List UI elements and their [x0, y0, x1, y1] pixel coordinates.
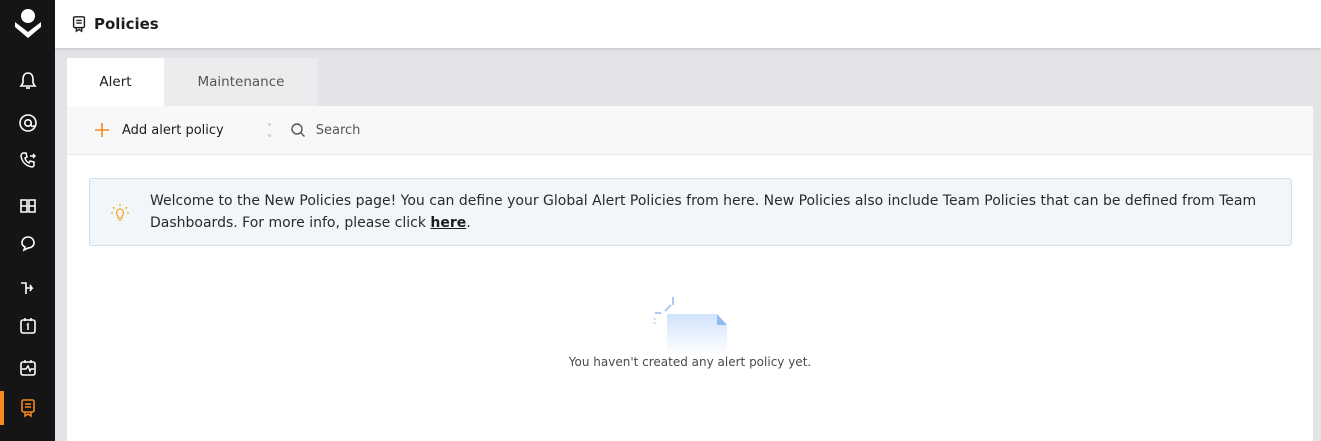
policies-icon	[20, 399, 35, 418]
sidebar-item-conversations[interactable]	[0, 226, 55, 260]
sidebar-item-schedules[interactable]	[0, 309, 55, 343]
policies-icon	[70, 15, 88, 33]
toolbar-divider	[268, 123, 272, 137]
heartbeat-icon	[19, 360, 36, 376]
plus-icon	[94, 122, 110, 138]
banner-here-link[interactable]: here	[430, 215, 466, 231]
banner-message: Welcome to the New Policies page! You ca…	[150, 190, 1270, 234]
routing-icon	[20, 282, 33, 294]
sidebar	[0, 0, 55, 441]
page-title: Policies	[94, 15, 159, 33]
empty-state-message: You haven't created any alert policy yet…	[568, 355, 812, 369]
banner-suffix: .	[466, 215, 471, 231]
search-icon	[290, 122, 306, 138]
tab-maintenance[interactable]: Maintenance	[164, 58, 318, 106]
sidebar-item-policies[interactable]	[0, 391, 55, 425]
empty-document-icon	[641, 283, 733, 357]
chat-icon	[20, 236, 35, 252]
toolbar: Add alert policy	[67, 106, 1313, 155]
add-alert-policy-button[interactable]: Add alert policy	[94, 122, 224, 138]
add-alert-policy-label: Add alert policy	[122, 122, 224, 138]
header-bar: Policies	[55, 0, 1321, 48]
at-sign-icon	[18, 114, 37, 132]
brand-logo-icon[interactable]	[0, 0, 55, 48]
search-input[interactable]	[315, 122, 616, 138]
phone-forward-icon	[19, 152, 36, 168]
lightbulb-icon	[110, 203, 130, 223]
tab-bar: Alert Maintenance	[67, 58, 318, 106]
info-banner: Welcome to the New Policies page! You ca…	[89, 178, 1292, 246]
search-box	[290, 122, 616, 138]
calendar-icon	[19, 318, 36, 334]
policies-panel: Add alert policy Welcome to the New Poli…	[67, 106, 1313, 441]
sidebar-item-oncall[interactable]	[0, 143, 55, 177]
banner-text: Welcome to the New Policies page! You ca…	[150, 193, 1257, 231]
sidebar-item-incidents[interactable]	[0, 106, 55, 140]
sidebar-item-heartbeats[interactable]	[0, 351, 55, 385]
tab-alert[interactable]: Alert	[67, 58, 164, 106]
sidebar-item-routing[interactable]	[0, 271, 55, 305]
sidebar-item-alerts[interactable]	[0, 64, 55, 98]
bell-icon	[19, 72, 36, 89]
services-icon	[19, 199, 36, 213]
sidebar-item-services[interactable]	[0, 189, 55, 223]
